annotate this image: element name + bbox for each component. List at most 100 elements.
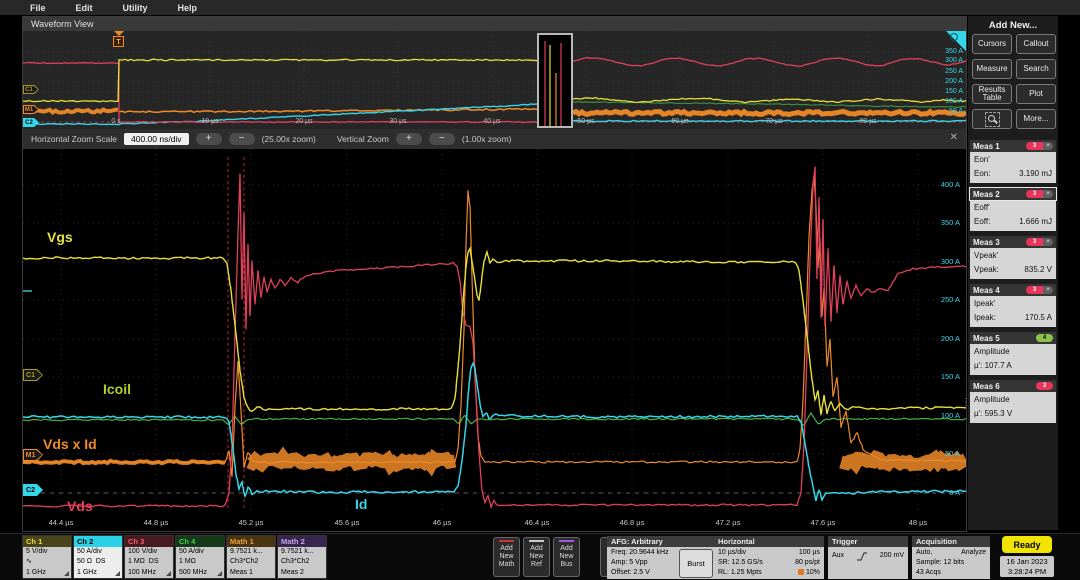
h-zoom-plus-button[interactable]: + [196, 133, 222, 145]
badge-corner-icon [64, 571, 69, 576]
acquisition-row: Sample: 12 bits [916, 558, 986, 568]
add-new-math-button[interactable]: Add New Math [493, 537, 520, 577]
main-waveforms [23, 149, 966, 531]
channel-badge-ch2[interactable]: Ch 250 A/div50 Ω DS1 GHz [73, 535, 123, 579]
channel-marker-c2[interactable]: C2 [23, 118, 39, 127]
waveform-view-title: Waveform View [23, 17, 966, 31]
overview-waveforms [23, 31, 966, 129]
channel-setting-row: 5 V/div [26, 547, 71, 557]
afg-row: Offset: 2.5 V [611, 568, 681, 578]
overview-plot[interactable]: 0 s10 µs20 µs30 µs40 µs50 µs60 µs70 µs80… [23, 31, 966, 129]
channel-badge-settings: 9.7521 k...Ch3*Ch2Meas 1 [227, 547, 275, 578]
horizontal-cell: RL: 1.25 Mpts [718, 568, 762, 578]
acquisition-badge[interactable]: AcquisitionAuto,AnalyzeSample: 12 bits43… [912, 536, 990, 579]
channel-setting-row: 9.7521 k... [281, 547, 326, 557]
channel-badge-math1[interactable]: Math 19.7521 k...Ch3*Ch2Meas 1 [226, 535, 276, 579]
zoom-scale-value[interactable]: 400.00 ns/div [124, 133, 189, 145]
measurement-badge-2[interactable]: Meas 23+Eoff'Eoff:1.666 mJ [970, 188, 1056, 232]
measurement-body: Amplitudeµ': 595.3 V [970, 392, 1056, 423]
channel-marker-c1[interactable]: C1 [23, 369, 43, 381]
menu-item-utility[interactable]: Utility [123, 3, 148, 13]
add-new-callout-button[interactable]: Callout [1016, 34, 1056, 54]
horizontal-zoom-scale-label: Horizontal Zoom Scale [31, 134, 117, 144]
measurement-badge-3[interactable]: Meas 33+Vpeak'Vpeak:835.2 V [970, 236, 1056, 280]
channel-badge-name: Ch 3 [125, 536, 173, 547]
channel-setting-row: ∿ [26, 557, 71, 567]
trace-label-vds: Vds [67, 498, 93, 514]
horizontal-row: SR: 12.5 GS/s80 ps/pt [718, 558, 820, 568]
acquisition-cell: Auto, [916, 548, 932, 558]
channel-setting-row: 100 V/div [128, 547, 173, 557]
measurement-badge-5[interactable]: Meas 54Amplitudeµ': 107.7 A [970, 332, 1056, 376]
channel-marker-c2[interactable]: C2 [23, 484, 43, 496]
main-amp-tick: 0 A [949, 488, 960, 497]
measurement-name: Meas 4 [973, 286, 1000, 295]
add-new-results-table-button[interactable]: Results Table [972, 84, 1012, 104]
measurement-value-label: Eon: [974, 167, 990, 181]
h-zoom-minus-button[interactable]: − [229, 133, 255, 145]
channel-marker-c1[interactable]: C1 [23, 85, 39, 94]
channel-setting-row: 50 A/div [77, 547, 122, 557]
close-zoom-icon[interactable]: ✕ [950, 132, 958, 143]
channel-badge-name: Math 2 [278, 536, 326, 547]
measurement-header: Meas 54 [970, 332, 1056, 344]
measurement-row-2: µ': 107.7 A [974, 359, 1052, 373]
measurement-name: Meas 2 [973, 190, 1000, 199]
zoom-detail-plot[interactable]: 44.4 µs44.8 µs45.2 µs45.6 µs46 µs46.4 µs… [23, 149, 966, 531]
menu-item-file[interactable]: File [30, 3, 46, 13]
add-new-measure-button[interactable]: Measure [972, 59, 1012, 79]
measurement-header: Meas 6 3 [970, 380, 1056, 392]
measurement-header: Meas 4 3+ [970, 284, 1056, 296]
overview-zoom-window[interactable] [537, 33, 573, 128]
measurement-value: 1.666 mJ [1019, 215, 1052, 229]
measurement-name: Meas 6 [973, 382, 1000, 391]
menu-item-edit[interactable]: Edit [76, 3, 93, 13]
measurement-value-label: Ipeak: [974, 311, 996, 325]
measurement-badge-6[interactable]: Meas 6 3 Amplitudeµ': 595.3 V [970, 380, 1056, 424]
measurement-value-label: µ': 107.7 A [974, 359, 1012, 373]
measurement-row-2: Ipeak:170.5 A [974, 311, 1052, 325]
zoom-selection-button[interactable] [972, 109, 1012, 129]
measurement-source-badge: 3+ [1026, 286, 1053, 294]
burst-button[interactable]: Burst [679, 549, 713, 578]
measurement-body: Eon'Eon:3.190 mJ [970, 152, 1056, 183]
channel-marker-m1[interactable]: M1 [23, 449, 43, 461]
afg-badge[interactable]: AFG: ArbitraryFreq: 20.9644 kHzAmp: 5 Vp… [607, 536, 715, 579]
overview-amp-tick: 200 A [945, 78, 963, 85]
measurement-header: Meas 33+ [970, 236, 1056, 248]
add-new-search-button[interactable]: Search [1016, 59, 1056, 79]
add-new-plot-button[interactable]: Plot [1016, 84, 1056, 104]
channel-setting-row: Meas 1 [230, 568, 275, 578]
measurement-badge-1[interactable]: Meas 13+Eon'Eon:3.190 mJ [970, 140, 1056, 184]
horizontal-badge[interactable]: Horizontal10 µs/div100 µsSR: 12.5 GS/s80… [714, 536, 824, 579]
trigger-badge[interactable]: TriggerAux200 mV [828, 536, 908, 579]
trigger-flag[interactable]: T [113, 36, 124, 47]
channel-badge-ch1[interactable]: Ch 15 V/div∿1 GHz [22, 535, 72, 579]
v-zoom-plus-button[interactable]: + [396, 133, 422, 145]
channel-badge-math2[interactable]: Math 29.7521 k...Ch3*Ch2Meas 2 [277, 535, 327, 579]
add-new-ref-button[interactable]: Add New Ref [523, 537, 550, 577]
ov-vgs [23, 59, 537, 101]
add-new-bus-button[interactable]: Add New Bus [553, 537, 580, 577]
source-badge-plus: + [1043, 238, 1053, 246]
marker-label: C2 [23, 484, 38, 496]
add-new-cursors-button[interactable]: Cursors [972, 34, 1012, 54]
channel-badge-ch3[interactable]: Ch 3100 V/div1 MΩ DS100 MHz [124, 535, 174, 579]
channel-badge-ch4[interactable]: Ch 450 A/div1 MΩ500 MHz [175, 535, 225, 579]
overview-time-tick: 20 µs [295, 118, 312, 125]
measurement-badge-4[interactable]: Meas 4 3+ Ipeak'Ipeak:170.5 A [970, 284, 1056, 328]
afg-row: Freq: 20.9644 kHz [611, 548, 681, 558]
measurement-row-1: Ipeak' [974, 297, 1052, 311]
source-badge-number: 3 [1036, 382, 1053, 390]
measurement-source-badge: 3+ [1026, 190, 1053, 198]
add-new-more--button[interactable]: More... [1016, 109, 1056, 129]
measurement-value: 835.2 V [1024, 263, 1052, 277]
channel-marker-m1[interactable]: M1 [23, 105, 39, 114]
menu-item-help[interactable]: Help [178, 3, 198, 13]
main-time-tick: 48 µs [909, 518, 928, 527]
ready-status-button[interactable]: Ready [1002, 536, 1052, 553]
measurement-source-badge: 3+ [1026, 142, 1053, 150]
v-zoom-minus-button[interactable]: − [429, 133, 455, 145]
vertical-zoom-label: Vertical Zoom [337, 134, 389, 144]
overview-amp-tick: 100 A [945, 98, 963, 105]
